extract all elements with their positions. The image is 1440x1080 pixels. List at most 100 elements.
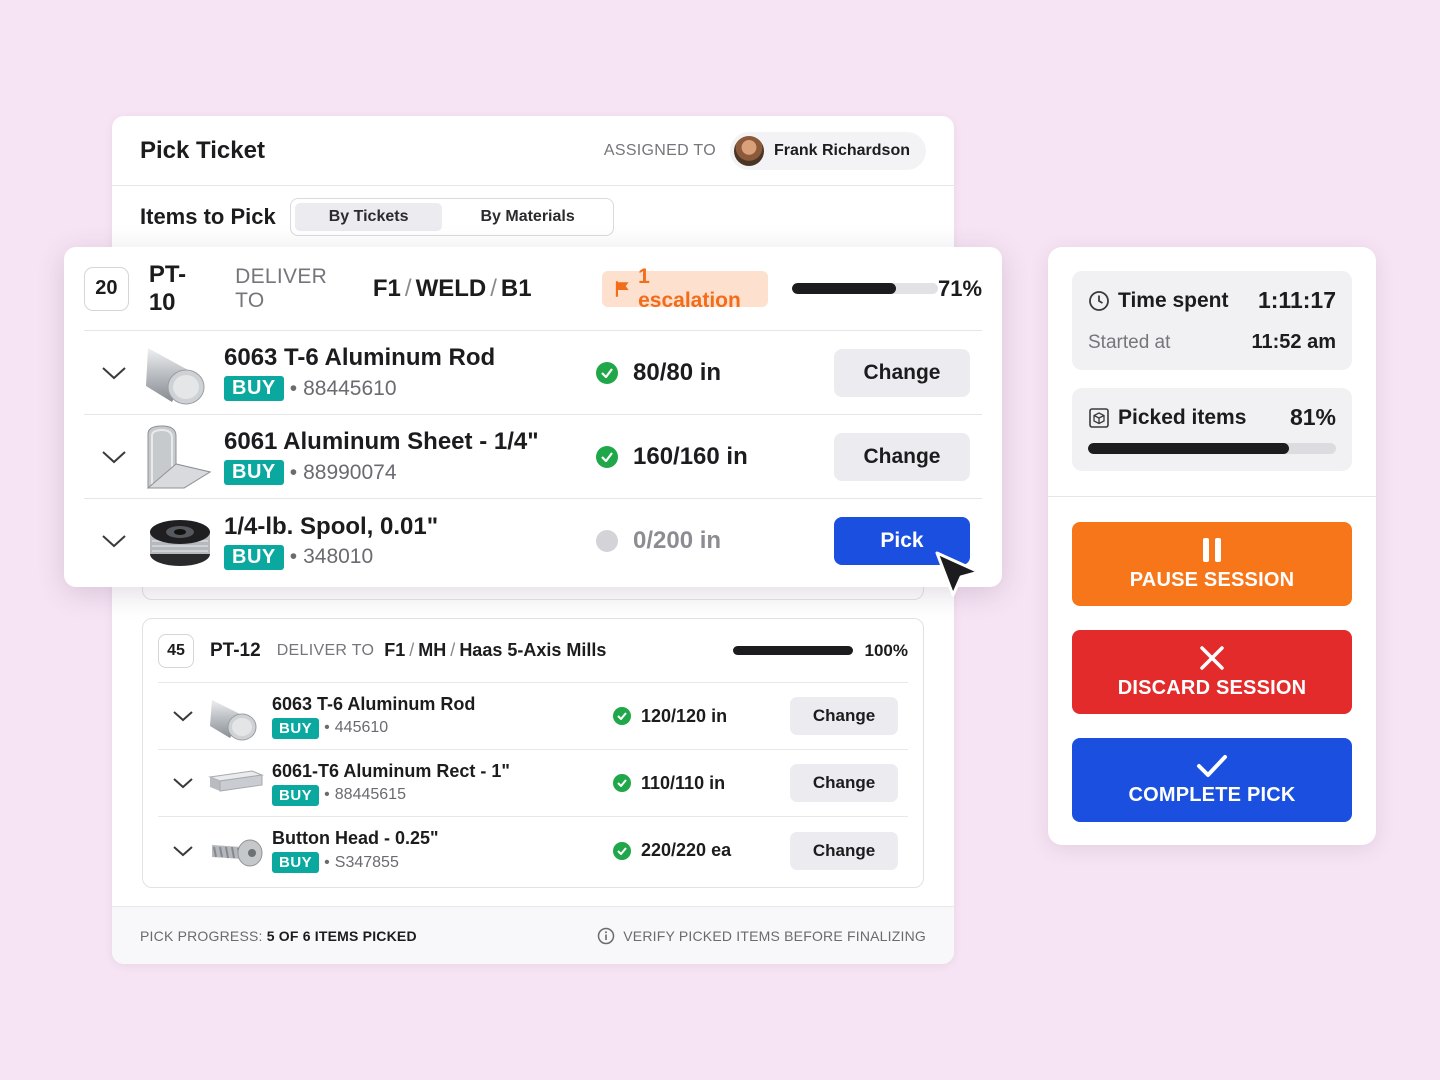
ticket-progress-bar xyxy=(791,283,938,294)
item-name[interactable]: Button Head - 0.25" xyxy=(272,828,439,849)
expand-chevron-icon[interactable] xyxy=(158,777,208,789)
item-sku: S347855 xyxy=(334,853,399,871)
flag-icon xyxy=(615,280,629,297)
list-item: 6063 T-6 Aluminum Rod BUY • 88445610 80/80… xyxy=(84,331,982,415)
tab-by-tickets[interactable]: By Tickets xyxy=(294,203,443,231)
quantity-value: 110/110 in xyxy=(641,772,726,793)
item-info: Button Head - 0.25" BUY • S347855 xyxy=(272,828,439,873)
expand-chevron-icon[interactable] xyxy=(158,845,208,857)
quantity-value: 160/160 in xyxy=(633,442,748,470)
change-button[interactable]: Change xyxy=(790,764,898,802)
ticket-count-badge: 20 xyxy=(84,266,129,311)
ticket-card: 45 PT-12 DELIVER TO F1/MH / Haas 5-Axis Mi… xyxy=(142,618,924,888)
item-quantity: 160/160 in xyxy=(596,443,748,471)
check-circle-icon xyxy=(613,707,631,725)
pick-progress: PICK PROGRESS: 5 OF 6 ITEMS PICKED xyxy=(140,928,417,944)
item-info: 6061 Aluminum Sheet - 1/4" BUY • 88990074 xyxy=(224,428,539,485)
location-station: B1 xyxy=(500,274,532,302)
assigned-to-label: ASSIGNED TO xyxy=(603,141,716,159)
escalation-label: 1 escalation xyxy=(638,264,741,312)
time-spent-value: 1:11:17 xyxy=(1257,287,1336,313)
item-info: 6063 T-6 Aluminum Rod BUY • 88445610 xyxy=(224,344,495,401)
escalation-badge[interactable]: 1 escalation xyxy=(601,265,768,312)
pick-progress-value: 5 OF 6 ITEMS PICKED xyxy=(266,927,417,944)
item-name[interactable]: 6061 Aluminum Sheet - 1/4" xyxy=(224,428,539,456)
item-name[interactable]: 1/4-lb. Spool, 0.01" xyxy=(224,513,438,541)
list-item: 6063 T-6 Aluminum Rod BUY • 445610 120/120… xyxy=(158,683,908,750)
item-name[interactable]: 6061-T6 Aluminum Rect - 1" xyxy=(272,761,510,782)
complete-pick-button[interactable]: COMPLETE PICK xyxy=(1072,738,1352,822)
expand-chevron-icon[interactable] xyxy=(84,450,144,464)
list-item: 1/4-lb. Spool, 0.01" BUY • 348010 0/200 in… xyxy=(84,499,982,583)
avatar xyxy=(733,135,764,166)
change-button[interactable]: Change xyxy=(790,697,898,735)
buy-badge: BUY xyxy=(224,460,284,485)
change-button[interactable]: Change xyxy=(834,348,970,397)
meta-separator: • xyxy=(324,786,330,803)
change-button[interactable]: Change xyxy=(790,831,898,870)
location-separator: / xyxy=(450,640,456,660)
ticket-progress-percent: 100% xyxy=(864,640,908,660)
ticket-code[interactable]: PT-12 xyxy=(210,640,261,662)
item-name[interactable]: 6063 T-6 Aluminum Rod xyxy=(272,694,475,715)
verify-note-text: VERIFY PICKED ITEMS BEFORE FINALIZING xyxy=(623,927,926,944)
pick-ticket-header: Pick Ticket ASSIGNED TO Frank Richardson xyxy=(112,116,954,186)
page-title: Pick Ticket xyxy=(140,136,265,164)
info-icon xyxy=(598,927,615,944)
started-at-label: Started at xyxy=(1088,331,1171,353)
assignee-chip[interactable]: Frank Richardson xyxy=(729,131,926,170)
verify-note: VERIFY PICKED ITEMS BEFORE FINALIZING xyxy=(597,927,926,945)
buy-badge: BUY xyxy=(272,717,320,739)
ticket-header: 20 PT-10 DELIVER TO F1/WELD / B1 1 escalat… xyxy=(84,247,982,331)
delivery-location: F1/MH / Haas 5-Axis Mills xyxy=(384,640,606,661)
item-info: 1/4-lb. Spool, 0.01" BUY • 348010 xyxy=(224,513,438,570)
picked-items-label: Picked items xyxy=(1118,405,1247,429)
location-separator: / xyxy=(409,640,415,660)
item-quantity: 0/200 in xyxy=(596,527,721,555)
aluminum-sheet-icon xyxy=(146,424,212,488)
discard-session-button[interactable]: DISCARD SESSION xyxy=(1072,630,1352,714)
expand-chevron-icon[interactable] xyxy=(158,710,208,722)
deliver-to-label: DELIVER TO xyxy=(235,264,328,312)
item-info: 6061-T6 Aluminum Rect - 1" BUY • 88445615 xyxy=(272,761,510,806)
location-facility: F1 xyxy=(384,640,406,660)
meta-separator: • xyxy=(289,545,298,568)
aluminum-rect-icon xyxy=(208,770,264,792)
meta-separator: • xyxy=(324,853,330,871)
item-sku: 348010 xyxy=(303,545,374,568)
item-name[interactable]: 6063 T-6 Aluminum Rod xyxy=(224,344,495,372)
expand-chevron-icon[interactable] xyxy=(84,534,144,548)
session-panel: Time spent 1:11:17 Started at 11:52 am P… xyxy=(1048,247,1376,845)
pause-session-label: PAUSE SESSION xyxy=(1129,568,1295,591)
ticket-card-expanded: 20 PT-10 DELIVER TO F1/WELD / B1 1 escalat… xyxy=(64,247,1002,587)
ticket-code[interactable]: PT-10 xyxy=(149,261,211,317)
close-icon xyxy=(1200,645,1224,670)
expand-chevron-icon[interactable] xyxy=(84,366,144,380)
quantity-value: 220/220 ea xyxy=(641,840,732,860)
ticket-progress-percent: 71% xyxy=(937,275,983,301)
clock-icon xyxy=(1089,290,1109,311)
complete-pick-label: COMPLETE PICK xyxy=(1128,783,1296,806)
list-item: Button Head - 0.25" BUY • S347855 220/220 … xyxy=(158,817,908,884)
tab-by-materials[interactable]: By Materials xyxy=(446,203,608,231)
ticket-progress-bar xyxy=(732,646,853,655)
view-toggle: By Tickets By Materials xyxy=(289,198,614,236)
check-circle-icon xyxy=(613,841,631,860)
item-sku: 88445615 xyxy=(334,786,406,803)
item-sku: 88990074 xyxy=(303,460,397,484)
assignee-name: Frank Richardson xyxy=(773,141,910,159)
item-quantity: 110/110 in xyxy=(613,773,725,794)
deliver-to-label: DELIVER TO xyxy=(276,641,375,659)
ticket-header: 45 PT-12 DELIVER TO F1/MH / Haas 5-Axis Mi… xyxy=(158,619,908,683)
ticket-count-badge: 45 xyxy=(158,633,194,668)
time-spent-row: Time spent 1:11:17 xyxy=(1088,287,1336,314)
pending-status-icon xyxy=(596,530,618,552)
list-item: 6061-T6 Aluminum Rect - 1" BUY • 88445615 … xyxy=(158,750,908,817)
check-circle-icon xyxy=(596,361,618,384)
assigned-to: ASSIGNED TO Frank Richardson xyxy=(603,131,926,170)
item-sku: 88445610 xyxy=(303,376,397,400)
aluminum-rod-icon xyxy=(210,700,257,741)
pause-session-button[interactable]: PAUSE SESSION xyxy=(1072,522,1352,606)
change-button[interactable]: Change xyxy=(834,432,970,481)
pause-icon xyxy=(1203,537,1221,562)
